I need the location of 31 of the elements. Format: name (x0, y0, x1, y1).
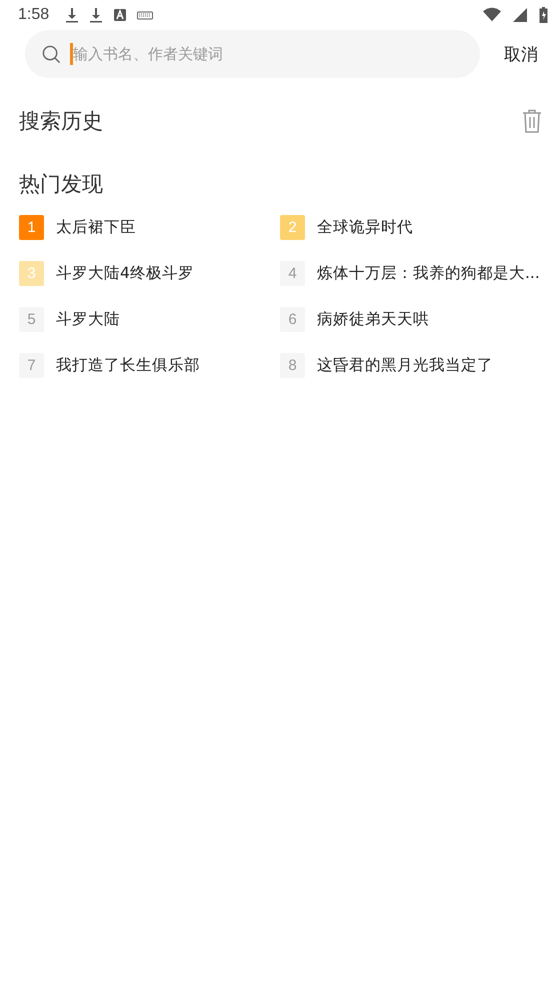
book-title[interactable]: 病娇徒弟天天哄 (317, 309, 429, 330)
rank-badge: 6 (280, 307, 305, 332)
text-cursor (70, 43, 73, 65)
signal-icon (511, 7, 529, 23)
book-title[interactable]: 斗罗大陆4终极斗罗 (56, 263, 194, 284)
rank-badge: 3 (19, 261, 44, 286)
book-title[interactable]: 全球诡异时代 (317, 217, 413, 238)
book-title[interactable]: 这昏君的黑月光我当定了 (317, 355, 493, 376)
rank-badge: 7 (19, 353, 44, 378)
keyboard-icon (137, 10, 154, 20)
book-title[interactable]: 斗罗大陆 (56, 309, 120, 330)
cancel-button[interactable]: 取消 (504, 42, 538, 66)
rank-badge: 4 (280, 261, 305, 286)
rank-badge: 5 (19, 307, 44, 332)
trash-icon[interactable] (522, 109, 542, 133)
section-title: 搜索历史 (19, 108, 103, 135)
book-title[interactable]: 太后裙下臣 (56, 217, 136, 238)
font-icon (113, 7, 128, 23)
search-icon (42, 44, 61, 64)
rank-badge: 2 (280, 215, 305, 240)
wifi-icon (483, 7, 501, 23)
rank-badge: 8 (280, 353, 305, 378)
battery-icon (539, 7, 548, 23)
section-title: 热门发现 (19, 171, 103, 198)
download-icon (65, 7, 80, 23)
status-time: 1:58 (18, 6, 50, 24)
book-title[interactable]: 我打造了长生俱乐部 (56, 355, 200, 376)
rank-badge: 1 (19, 215, 44, 240)
download-icon (89, 7, 104, 23)
book-title[interactable]: 炼体十万层：我养的狗都是大... (317, 263, 540, 284)
search-placeholder: 输入书名、作者关键词 (73, 44, 223, 64)
